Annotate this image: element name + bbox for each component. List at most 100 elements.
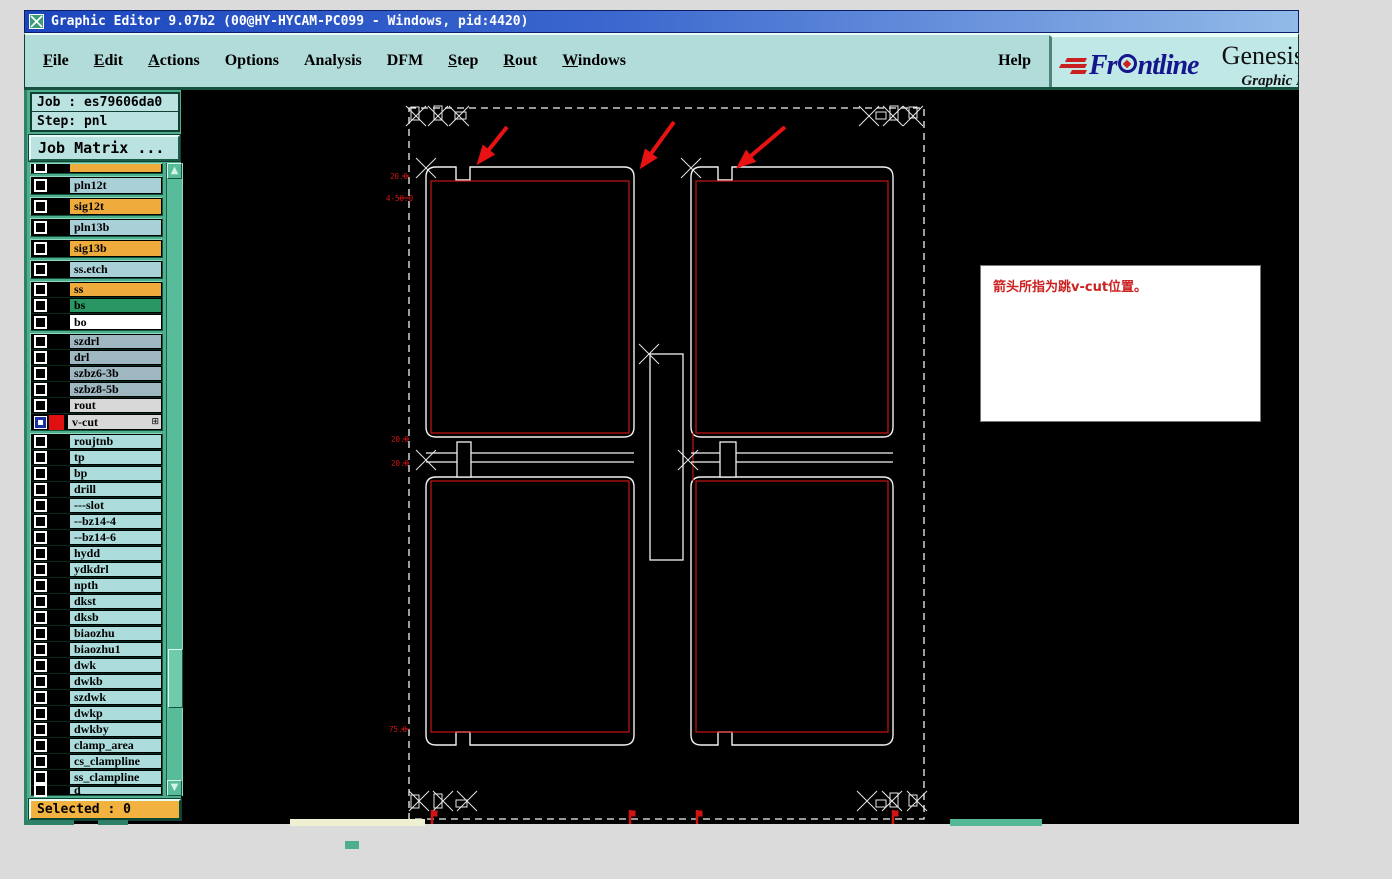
layer-row-dwkby[interactable]: dwkby xyxy=(31,722,162,738)
layer-group: sig12t xyxy=(30,197,163,216)
scroll-down-icon[interactable]: ▼ xyxy=(167,780,182,796)
layer-row-rout[interactable]: rout xyxy=(31,398,162,414)
layer-row-hydd[interactable]: hydd xyxy=(31,546,162,562)
layer-row-szdrl[interactable]: szdrl xyxy=(31,334,162,350)
layer-checkbox[interactable] xyxy=(34,707,47,720)
layer-row-ss[interactable]: ss xyxy=(31,282,162,298)
layer-checkbox[interactable] xyxy=(34,383,47,396)
layer-checkbox[interactable] xyxy=(34,179,47,192)
layer-checkbox[interactable] xyxy=(34,221,47,234)
layer-name: roujtnb xyxy=(69,434,162,449)
title-bar[interactable]: Graphic Editor 9.07b2 (00@HY-HYCAM-PC099… xyxy=(24,10,1299,33)
scroll-up-icon[interactable]: ▲ xyxy=(167,163,182,179)
layer-checkbox[interactable] xyxy=(34,451,47,464)
layer-name: rout xyxy=(69,398,162,413)
layer-checkbox[interactable] xyxy=(34,643,47,656)
layer-row-drl[interactable]: drl xyxy=(31,350,162,366)
menu-step[interactable]: Step xyxy=(444,48,482,74)
layer-checkbox[interactable] xyxy=(34,531,47,544)
layer-checkbox[interactable] xyxy=(34,164,47,173)
layer-checkbox[interactable] xyxy=(34,755,47,768)
layer-row----slot[interactable]: ---slot xyxy=(31,498,162,514)
layer-checkbox[interactable] xyxy=(34,200,47,213)
layer-row-szdwk[interactable]: szdwk xyxy=(31,690,162,706)
layer-row-ss_clampline[interactable]: ss_clampline xyxy=(31,770,162,786)
layer-checkbox[interactable] xyxy=(34,627,47,640)
layer-checkbox[interactable] xyxy=(34,771,47,784)
layer-row-dksb[interactable]: dksb xyxy=(31,610,162,626)
menu-analysis[interactable]: Analysis xyxy=(300,48,366,74)
layer-checkbox[interactable] xyxy=(34,723,47,736)
layer-row-partial[interactable] xyxy=(31,164,162,173)
layer-checkbox[interactable] xyxy=(34,283,47,296)
layer-row-d[interactable]: d xyxy=(31,784,162,797)
layer-row---bz14-6[interactable]: --bz14-6 xyxy=(31,530,162,546)
layer-row-tp[interactable]: tp xyxy=(31,450,162,466)
layer-checkbox[interactable] xyxy=(34,563,47,576)
layer-color-swatch[interactable] xyxy=(49,414,64,430)
layer-row-szbz6-3b[interactable]: szbz6-3b xyxy=(31,366,162,382)
layer-row-dwkp[interactable]: dwkp xyxy=(31,706,162,722)
layer-checkbox[interactable] xyxy=(34,515,47,528)
layer-row-clamp_area[interactable]: clamp_area xyxy=(31,738,162,754)
layer-checkbox[interactable] xyxy=(34,435,47,448)
menu-options[interactable]: Options xyxy=(221,48,283,74)
layer-checkbox[interactable] xyxy=(34,483,47,496)
layer-row---bz14-4[interactable]: --bz14-4 xyxy=(31,514,162,530)
layer-row-dwkb[interactable]: dwkb xyxy=(31,674,162,690)
menu-help[interactable]: Help xyxy=(990,48,1039,74)
layer-name: szdrl xyxy=(69,334,162,349)
layer-row-biaozhu1[interactable]: biaozhu1 xyxy=(31,642,162,658)
layer-checkbox[interactable] xyxy=(34,611,47,624)
layer-checkbox[interactable] xyxy=(34,351,47,364)
layer-row-roujtnb[interactable]: roujtnb xyxy=(31,434,162,450)
app-icon[interactable] xyxy=(29,14,44,29)
menu-edit[interactable]: Edit xyxy=(90,48,127,74)
menu-rout[interactable]: Rout xyxy=(499,48,541,74)
layer-checkbox[interactable] xyxy=(34,335,47,348)
layer-row-dkst[interactable]: dkst xyxy=(31,594,162,610)
menu-windows[interactable]: Windows xyxy=(558,48,630,74)
layer-checkbox[interactable] xyxy=(34,547,47,560)
layer-row-npth[interactable]: npth xyxy=(31,578,162,594)
layer-row-drill[interactable]: drill xyxy=(31,482,162,498)
layer-row-sig13b[interactable]: sig13b xyxy=(31,240,162,257)
menu-file[interactable]: File xyxy=(39,48,73,74)
layer-row-bs[interactable]: bs xyxy=(31,298,162,314)
layer-row-dwk[interactable]: dwk xyxy=(31,658,162,674)
layer-row-bp[interactable]: bp xyxy=(31,466,162,482)
layer-checkbox[interactable] xyxy=(34,315,47,329)
cad-canvas[interactable]: 20.0 4-50.0 20.0 20.0 75.0 xyxy=(386,90,1299,824)
layer-grid-icon: ⊞ xyxy=(151,417,159,427)
layer-row-ss.etch[interactable]: ss.etch xyxy=(31,261,162,278)
layer-checkbox[interactable] xyxy=(34,367,47,380)
layer-checkbox[interactable] xyxy=(34,784,47,797)
layer-checkbox[interactable] xyxy=(34,579,47,592)
layer-row-pln12t[interactable]: pln12t xyxy=(31,177,162,194)
layer-checkbox[interactable] xyxy=(34,499,47,512)
menu-dfm[interactable]: DFM xyxy=(383,48,427,74)
layer-row-cs_clampline[interactable]: cs_clampline xyxy=(31,754,162,770)
layer-row-biaozhu[interactable]: biaozhu xyxy=(31,626,162,642)
scrollbar-thumb[interactable] xyxy=(168,649,183,708)
layer-row-pln13b[interactable]: pln13b xyxy=(31,219,162,236)
layer-checkbox[interactable] xyxy=(34,242,47,255)
layer-checkbox[interactable] xyxy=(34,739,47,752)
layer-row-szbz8-5b[interactable]: szbz8-5b xyxy=(31,382,162,398)
layer-row-sig12t[interactable]: sig12t xyxy=(31,198,162,215)
layer-list-scrollbar[interactable]: ▲ ▼ xyxy=(166,163,183,796)
layer-checkbox-selected[interactable] xyxy=(34,415,47,429)
layer-checkbox[interactable] xyxy=(34,467,47,480)
layer-checkbox[interactable] xyxy=(34,659,47,672)
layer-row-v-cut[interactable]: v-cut ⊞ xyxy=(31,414,162,430)
layer-checkbox[interactable] xyxy=(34,691,47,704)
layer-checkbox[interactable] xyxy=(34,263,47,276)
layer-checkbox[interactable] xyxy=(34,299,47,312)
layer-checkbox[interactable] xyxy=(34,595,47,608)
layer-checkbox[interactable] xyxy=(34,675,47,688)
layer-checkbox[interactable] xyxy=(34,399,47,412)
layer-row-ydkdrl[interactable]: ydkdrl xyxy=(31,562,162,578)
layer-row-bo[interactable]: bo xyxy=(31,314,162,330)
job-matrix-button[interactable]: Job Matrix ... xyxy=(29,135,180,161)
menu-actions[interactable]: Actions xyxy=(144,48,204,74)
